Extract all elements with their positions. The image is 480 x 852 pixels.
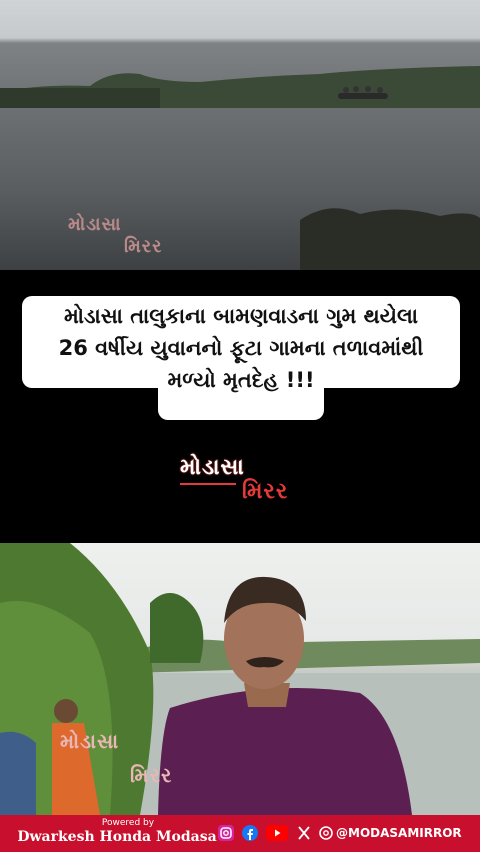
logo-underline	[180, 483, 236, 485]
threads-icon[interactable]	[318, 825, 334, 841]
reporter-photo: મોડાસા મિરર	[0, 543, 480, 815]
social-handle: @MODASAMIRROR	[336, 826, 462, 840]
instagram-icon[interactable]	[218, 825, 234, 841]
logo-word-2: મિરર	[242, 479, 289, 504]
rescue-boat	[338, 86, 388, 99]
sponsor-name: Dwarkesh Honda Modasa	[17, 829, 217, 845]
headline-line-3: મળ્યો મૃતદેહ !!!	[167, 368, 315, 392]
photo-watermark-2: મિરર	[124, 236, 163, 257]
photo-watermark-1: મોડાસા	[68, 214, 122, 235]
x-icon[interactable]	[296, 825, 312, 841]
channel-logo: મોડાસા મિરર	[160, 455, 320, 511]
headline-line-2: 26 વર્ષીય યુવાનનો ફૂટા ગામના તળાવમાંથી	[58, 336, 424, 360]
headline-line-1: મોડાસા તાલુકાના બામણવાડના ગુમ થયેલા	[63, 304, 419, 328]
youtube-icon[interactable]	[266, 825, 288, 841]
lake-photo: મોડાસા મિરર	[0, 0, 480, 270]
photo-watermark-3: મોડાસા	[60, 729, 120, 753]
shore-vegetation	[300, 208, 480, 270]
facebook-icon[interactable]	[242, 825, 258, 841]
treeline	[0, 66, 480, 108]
photo-watermark-4: મિરર	[130, 763, 173, 787]
reporter-scene	[0, 543, 480, 815]
logo-word-1: મોડાસા	[180, 455, 245, 480]
news-headline: મોડાસા તાલુકાના બામણવાડના ગુમ થયેલા 26 વ…	[22, 300, 460, 420]
